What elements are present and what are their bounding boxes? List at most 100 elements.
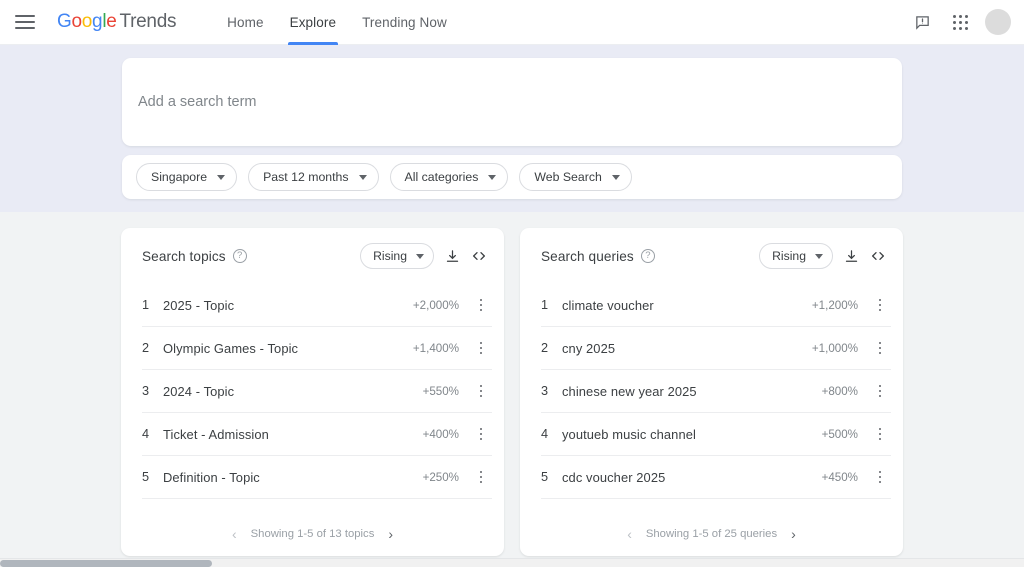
row-rank: 3 <box>541 384 549 398</box>
search-queries-sort-select[interactable]: Rising <box>759 243 833 269</box>
table-row[interactable]: 4 Ticket - Admission +400% <box>142 413 492 456</box>
embed-code-icon[interactable] <box>870 248 886 264</box>
row-value: +500% <box>821 427 858 441</box>
row-value: +250% <box>422 470 459 484</box>
chevron-down-icon <box>488 174 497 180</box>
row-more-options-icon[interactable] <box>869 427 891 441</box>
row-value: +800% <box>821 384 858 398</box>
previous-page-icon[interactable]: ‹ <box>232 527 237 541</box>
row-label: cdc voucher 2025 <box>562 469 666 485</box>
table-row[interactable]: 5 Definition - Topic +250% <box>142 456 492 499</box>
search-topics-tools: Rising <box>360 243 487 269</box>
search-queries-pagination: ‹ Showing 1-5 of 25 queries › <box>520 512 903 556</box>
row-more-options-icon[interactable] <box>470 298 492 312</box>
embed-code-icon[interactable] <box>471 248 487 264</box>
chevron-down-icon <box>416 253 424 259</box>
time-range-filter[interactable]: Past 12 months <box>248 163 379 191</box>
search-type-filter-label: Web Search <box>534 170 602 184</box>
search-topics-sort-select[interactable]: Rising <box>360 243 434 269</box>
next-page-icon[interactable]: › <box>388 527 393 541</box>
row-more-options-icon[interactable] <box>869 470 891 484</box>
top-navigation-bar: Go o g l e Trends Home Explore Trending Now <box>0 0 1024 45</box>
search-queries-card: Search queries ? Rising 1 climate vouche… <box>520 228 903 556</box>
row-more-options-icon[interactable] <box>470 384 492 398</box>
row-more-options-icon[interactable] <box>869 341 891 355</box>
logo-letter-o2: o <box>81 11 93 32</box>
filters-bar: Singapore Past 12 months All categories … <box>122 155 902 199</box>
nav-item-trending-now[interactable]: Trending Now <box>349 0 460 45</box>
row-value: +2,000% <box>412 298 459 312</box>
chevron-down-icon <box>611 174 620 180</box>
horizontal-scrollbar[interactable] <box>0 558 1024 567</box>
main-nav-links: Home Explore Trending Now <box>214 0 460 45</box>
row-label: climate voucher <box>562 297 654 313</box>
google-trends-explore-page: Go o g l e Trends Home Explore Trending Now <box>0 0 1024 567</box>
row-more-options-icon[interactable] <box>470 470 492 484</box>
category-filter[interactable]: All categories <box>389 163 509 191</box>
pagination-status: Showing 1-5 of 25 queries <box>645 528 778 540</box>
search-queries-sort-label: Rising <box>772 249 806 263</box>
table-row[interactable]: 5 cdc voucher 2025 +450% <box>541 456 891 499</box>
row-rank: 2 <box>142 341 150 355</box>
nav-item-home[interactable]: Home <box>214 0 276 45</box>
row-label: 2024 - Topic <box>163 383 235 399</box>
row-label: chinese new year 2025 <box>562 383 697 399</box>
row-rank: 4 <box>142 427 150 441</box>
row-label: youtueb music channel <box>562 426 696 442</box>
search-input[interactable] <box>138 58 878 146</box>
category-filter-label: All categories <box>404 170 479 184</box>
search-queries-card-header: Search queries ? Rising <box>520 228 903 284</box>
row-rank: 1 <box>541 298 549 312</box>
download-icon[interactable] <box>844 249 859 264</box>
chevron-down-icon <box>815 253 823 259</box>
location-filter[interactable]: Singapore <box>136 163 238 191</box>
table-row[interactable]: 3 2024 - Topic +550% <box>142 370 492 413</box>
row-more-options-icon[interactable] <box>869 384 891 398</box>
help-icon[interactable]: ? <box>232 249 247 263</box>
google-trends-logo[interactable]: Go o g l e Trends <box>57 11 176 33</box>
table-row[interactable]: 2 Olympic Games - Topic +1,400% <box>142 327 492 370</box>
search-topics-card-header: Search topics ? Rising <box>121 228 504 284</box>
row-more-options-icon[interactable] <box>470 341 492 355</box>
row-label: Definition - Topic <box>163 469 260 485</box>
user-avatar[interactable] <box>985 9 1011 35</box>
row-value: +1,000% <box>811 341 858 355</box>
row-more-options-icon[interactable] <box>869 298 891 312</box>
table-row[interactable]: 3 chinese new year 2025 +800% <box>541 370 891 413</box>
search-topics-pagination: ‹ Showing 1-5 of 13 topics › <box>121 512 504 556</box>
row-label: cny 2025 <box>562 340 616 356</box>
search-topics-sort-label: Rising <box>373 249 407 263</box>
row-rank: 3 <box>142 384 150 398</box>
search-topics-rows: 1 2025 - Topic +2,000% 2 Olympic Games -… <box>121 284 504 499</box>
row-rank: 4 <box>541 427 549 441</box>
results-section: Search topics ? Rising 1 2025 - Topic +2… <box>0 212 1024 562</box>
row-value: +1,200% <box>811 298 858 312</box>
search-queries-rows: 1 climate voucher +1,200% 2 cny 2025 +1,… <box>520 284 903 499</box>
search-type-filter[interactable]: Web Search <box>519 163 632 191</box>
table-row[interactable]: 2 cny 2025 +1,000% <box>541 327 891 370</box>
row-value: +550% <box>422 384 459 398</box>
download-icon[interactable] <box>445 249 460 264</box>
pagination-status: Showing 1-5 of 13 topics <box>250 528 375 540</box>
previous-page-icon[interactable]: ‹ <box>627 527 632 541</box>
table-row[interactable]: 4 youtueb music channel +500% <box>541 413 891 456</box>
help-icon[interactable]: ? <box>640 249 655 263</box>
row-label: Ticket - Admission <box>163 426 269 442</box>
search-and-filters-section: Singapore Past 12 months All categories … <box>0 45 1024 212</box>
row-value: +400% <box>422 427 459 441</box>
row-value: +1,400% <box>412 341 459 355</box>
row-label: Olympic Games - Topic <box>163 340 299 356</box>
nav-item-explore[interactable]: Explore <box>277 0 349 45</box>
row-rank: 5 <box>541 470 549 484</box>
table-row[interactable]: 1 climate voucher +1,200% <box>541 284 891 327</box>
next-page-icon[interactable]: › <box>791 527 796 541</box>
scrollbar-thumb[interactable] <box>0 560 212 567</box>
apps-grid-icon[interactable] <box>943 5 977 39</box>
logo-trends-word: Trends <box>119 11 177 32</box>
hamburger-menu-icon[interactable] <box>15 15 35 29</box>
feedback-icon[interactable] <box>905 5 939 39</box>
table-row[interactable]: 1 2025 - Topic +2,000% <box>142 284 492 327</box>
row-more-options-icon[interactable] <box>470 427 492 441</box>
row-rank: 5 <box>142 470 150 484</box>
row-rank: 1 <box>142 298 150 312</box>
